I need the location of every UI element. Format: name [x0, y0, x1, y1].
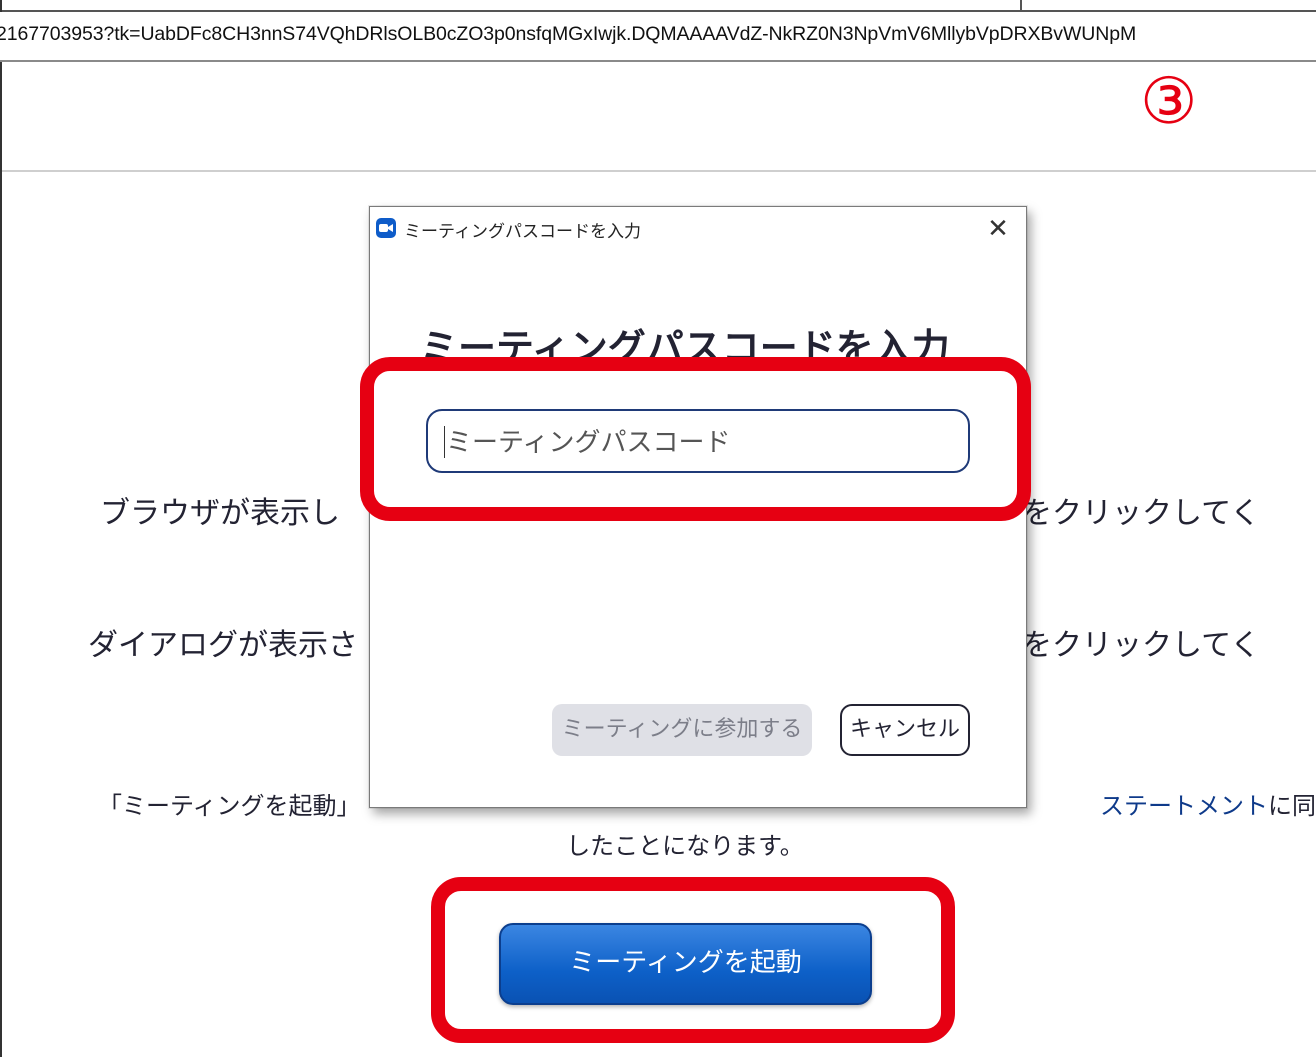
- instruction-text-1-end: をクリックしてく: [1022, 496, 1261, 531]
- dialog-heading: ミーティングパスコードを入力: [420, 326, 950, 370]
- launch-meeting-button[interactable]: ミーティングを起動: [499, 923, 872, 1005]
- passcode-dialog: ミーティングパスコードを入力 ✕ ミーティングパスコードを入力 ミーティングに参…: [369, 206, 1027, 808]
- close-icon[interactable]: ✕: [982, 213, 1014, 245]
- instruction-text-2-end: をクリックしてく: [1022, 628, 1261, 663]
- terms-text-end: に同意: [1268, 792, 1316, 820]
- terms-text-start: 「ミーティングを起動」: [98, 792, 361, 820]
- dialog-titlebar: ミーティングパスコードを入力 ✕: [370, 207, 1026, 249]
- dialog-window-title: ミーティングパスコードを入力: [404, 222, 641, 242]
- window-top-edge: [0, 0, 1316, 12]
- step-number-annotation: ③: [1140, 65, 1198, 139]
- join-meeting-button[interactable]: ミーティングに参加する: [552, 704, 812, 756]
- passcode-input[interactable]: [444, 421, 948, 465]
- terms-text-line2: したことになります。: [566, 832, 804, 860]
- instruction-text-1-start: ブラウザが表示し: [100, 496, 340, 531]
- privacy-statement-link[interactable]: ステートメント: [1100, 792, 1268, 820]
- header-divider: [2, 170, 1316, 172]
- frame-border: [0, 0, 2, 1057]
- cancel-button[interactable]: キャンセル: [840, 704, 970, 756]
- url-text[interactable]: 2167703953?tk=UabDFc8CH3nnS74VQhDRlsOLB0…: [0, 23, 1136, 46]
- instruction-text-2-start: ダイアログが表示さ: [88, 628, 358, 663]
- zoom-camera-icon: [376, 218, 396, 238]
- passcode-field[interactable]: [426, 409, 970, 473]
- address-bar[interactable]: 2167703953?tk=UabDFc8CH3nnS74VQhDRlsOLB0…: [0, 12, 1316, 62]
